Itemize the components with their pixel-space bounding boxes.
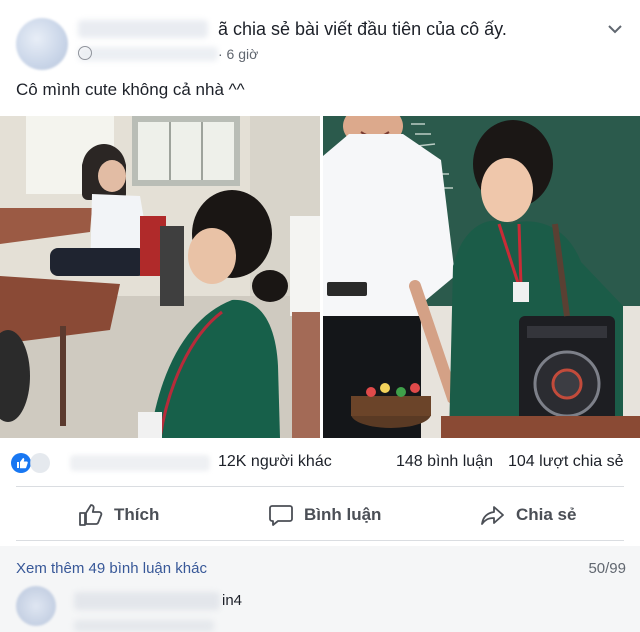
classroom-photo-right	[323, 116, 640, 438]
globe-icon	[78, 46, 92, 60]
shared-by-blurred	[78, 47, 218, 61]
divider	[16, 486, 624, 487]
author-name-blurred[interactable]	[78, 20, 208, 38]
post-header: ã chia sẻ bài viết đầu tiên của cô ấy. ·…	[0, 0, 640, 70]
photo-classroom-left[interactable]	[0, 116, 320, 438]
reactor-name-blurred	[70, 455, 210, 471]
post-actions: Thích Bình luận Chia sẻ	[0, 494, 640, 536]
photo-classroom-right[interactable]	[323, 116, 640, 438]
share-label: Chia sẻ	[516, 505, 577, 524]
comments-section: Xem thêm 49 bình luận khác 50/99 in4	[0, 546, 640, 632]
thumbs-up-icon	[79, 504, 103, 526]
comment-label: Bình luận	[304, 505, 382, 524]
share-button[interactable]: Chia sẻ	[480, 494, 576, 536]
classroom-photo-left	[0, 116, 320, 438]
post-photos	[0, 116, 640, 438]
facebook-post: ã chia sẻ bài viết đầu tiên của cô ấy. ·…	[0, 0, 640, 632]
post-header-title: ã chia sẻ bài viết đầu tiên của cô ấy.	[218, 19, 507, 39]
comment-text: in4	[222, 592, 243, 609]
shares-count[interactable]: 104 lượt chia sẻ	[508, 453, 623, 471]
post-timestamp[interactable]: · 6 giờ	[218, 46, 258, 62]
share-arrow-icon	[481, 506, 504, 525]
commenter-avatar[interactable]	[16, 586, 56, 626]
divider	[16, 540, 624, 541]
like-button[interactable]: Thích	[78, 494, 159, 536]
view-more-comments-link[interactable]: Xem thêm 49 bình luận khác	[16, 560, 207, 577]
chevron-down-icon[interactable]	[604, 18, 626, 40]
like-label: Thích	[114, 505, 160, 524]
likes-count[interactable]: 12K người khác	[218, 453, 332, 471]
commenter-name-blurred[interactable]	[74, 592, 220, 610]
author-avatar[interactable]	[16, 18, 68, 70]
comment-meta-blurred	[74, 620, 214, 632]
like-reaction-icon[interactable]	[10, 452, 68, 474]
comments-pagination-count: 50/99	[588, 560, 626, 577]
comment-button[interactable]: Bình luận	[268, 494, 381, 536]
post-caption: Cô mình cute không cả nhà ^^	[16, 80, 245, 99]
comment-icon	[269, 505, 293, 526]
reaction-stats: 12K người khác 148 bình luận 104 lượt ch…	[0, 444, 640, 480]
comments-count[interactable]: 148 bình luận	[396, 453, 493, 471]
